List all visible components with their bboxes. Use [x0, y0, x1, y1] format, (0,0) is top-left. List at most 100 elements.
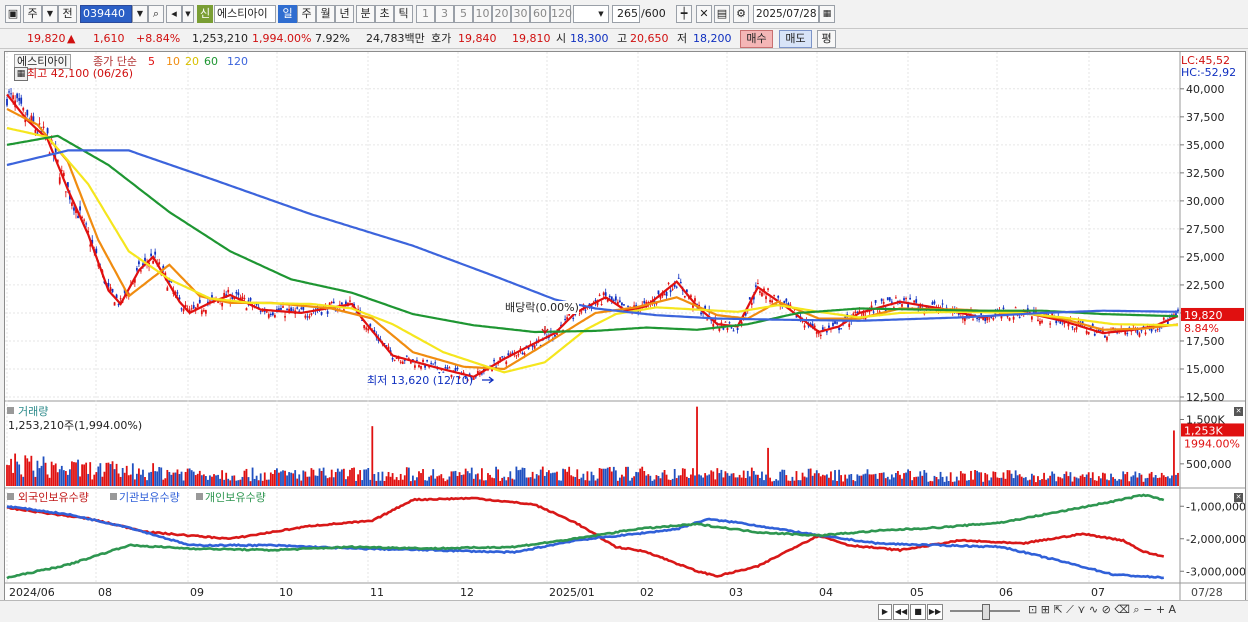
- close-flow-panel-icon[interactable]: ✕: [1234, 493, 1243, 502]
- tab-day[interactable]: 일: [278, 5, 297, 23]
- chevron-down-icon[interactable]: ▼: [42, 5, 58, 23]
- wave-icon[interactable]: ∿: [1089, 603, 1098, 616]
- volume-bar: [1006, 470, 1009, 486]
- close-volume-panel-icon[interactable]: ✕: [1234, 407, 1243, 416]
- stock-code-input[interactable]: 039440: [80, 5, 132, 23]
- buy-button[interactable]: 매수: [740, 30, 773, 48]
- volume-bar: [947, 481, 950, 486]
- custom-interval-dropdown-icon[interactable]: ▼: [594, 6, 608, 24]
- volume-bar: [454, 470, 457, 486]
- volume-bar: [401, 479, 404, 486]
- volume-panel-title[interactable]: 거래량: [18, 405, 48, 418]
- volume-bar: [789, 480, 792, 486]
- volume-bar: [702, 477, 705, 486]
- plus-icon[interactable]: +: [1156, 603, 1165, 616]
- save-icon[interactable]: ▤: [714, 5, 730, 23]
- date-input[interactable]: 2025/07/28: [753, 5, 819, 23]
- tab-year[interactable]: 년: [335, 5, 354, 23]
- low-price: 18,200: [693, 32, 732, 45]
- fibonacci-icon[interactable]: ⋎: [1077, 603, 1085, 616]
- volume-bar: [1164, 476, 1167, 486]
- volume-bar: [158, 467, 161, 486]
- crosshair-icon[interactable]: ✕: [696, 5, 712, 23]
- flow-panel-marker-icon-2: [110, 493, 117, 500]
- volume-bar: [961, 473, 964, 486]
- volume-bar: [1075, 477, 1078, 486]
- chart-canvas[interactable]: 2024/06 08 09 10 11 12 2025/01 02 03 04 05 06 07 07/2…: [5, 52, 1245, 600]
- candle-body: [71, 202, 73, 206]
- tab-tick[interactable]: 틱: [394, 5, 413, 23]
- low-label: 저: [677, 32, 688, 45]
- volume-bar: [627, 466, 629, 486]
- calculator-icon[interactable]: ▦: [14, 67, 28, 81]
- zoom-icon[interactable]: ⌕: [1133, 603, 1139, 616]
- candle-body: [907, 304, 909, 308]
- volume-bar: [44, 462, 47, 486]
- volume-bar: [200, 475, 203, 486]
- code-dropdown-icon[interactable]: ▼: [132, 5, 148, 23]
- search-icon[interactable]: ⌕: [148, 5, 164, 23]
- panel-marker-icon: [7, 407, 14, 414]
- zoom-slider-thumb[interactable]: [982, 604, 990, 620]
- eraser-icon[interactable]: ⌫: [1114, 603, 1130, 616]
- interval-10[interactable]: 10: [473, 5, 492, 23]
- font-size-icon[interactable]: A: [1169, 603, 1177, 616]
- chart-area[interactable]: 2024/06 08 09 10 11 12 2025/01 02 03 04 05 06 07 07/2…: [4, 51, 1246, 601]
- scroll-right-icon[interactable]: ▶: [878, 604, 892, 620]
- range-icon[interactable]: ⊞: [1041, 603, 1050, 616]
- individual-legend[interactable]: 개인보유수량: [205, 491, 266, 504]
- volume-bar: [1148, 473, 1151, 486]
- interval-60[interactable]: 60: [530, 5, 550, 23]
- volume-bar: [986, 474, 989, 486]
- low-arrow: [482, 376, 495, 384]
- volume-bar: [363, 469, 366, 486]
- volume-bar: [895, 473, 897, 486]
- speaker-icon[interactable]: ◂: [166, 5, 182, 23]
- ma120-label: 120: [227, 55, 248, 68]
- cursor-icon[interactable]: ⇱: [1053, 603, 1062, 616]
- interval-20[interactable]: 20: [492, 5, 511, 23]
- sell-button[interactable]: 매도: [779, 30, 812, 48]
- interval-120[interactable]: 120: [550, 5, 572, 23]
- minus-icon[interactable]: −: [1143, 603, 1152, 616]
- restore-icon[interactable]: ⊡: [1028, 603, 1037, 616]
- interval-3[interactable]: 3: [435, 5, 454, 23]
- tab-month[interactable]: 월: [316, 5, 335, 23]
- calendar-icon[interactable]: ▦: [819, 5, 835, 23]
- interval-5[interactable]: 5: [454, 5, 473, 23]
- candle-body: [984, 318, 987, 322]
- code-type-select[interactable]: 전: [58, 5, 77, 23]
- scroll-last-icon[interactable]: ▶▶: [927, 604, 943, 620]
- stop-icon[interactable]: ■: [910, 604, 926, 620]
- credit-badge: 신: [197, 5, 213, 23]
- text-tool-icon[interactable]: ⊘: [1102, 603, 1111, 616]
- candle-type-icon[interactable]: ┿: [676, 5, 692, 23]
- volume-bar: [923, 470, 926, 486]
- market-mode-select[interactable]: 주: [23, 5, 42, 23]
- flat-button[interactable]: 평: [817, 30, 836, 48]
- volume-bar: [535, 474, 538, 486]
- volume-bar: [1065, 471, 1068, 486]
- foreign-legend[interactable]: 외국인보유수량: [18, 491, 89, 504]
- institution-legend[interactable]: 기관보유수량: [119, 491, 180, 504]
- ma5-label: 5: [148, 55, 155, 68]
- bar-count-input[interactable]: 265: [612, 5, 640, 23]
- volume-bar: [1083, 477, 1086, 486]
- tab-week[interactable]: 주: [297, 5, 316, 23]
- volume-bar: [117, 473, 120, 486]
- volume-bar: [1144, 478, 1147, 486]
- tab-minute[interactable]: 분: [356, 5, 375, 23]
- tab-second[interactable]: 초: [375, 5, 394, 23]
- volume-bar: [247, 477, 250, 486]
- volume-bar: [1177, 472, 1179, 486]
- trend-line-icon[interactable]: ⟋: [1066, 603, 1074, 616]
- speaker-dropdown-icon[interactable]: ▼: [182, 5, 194, 23]
- window-menu-icon[interactable]: ▣: [5, 5, 21, 23]
- interval-1[interactable]: 1: [416, 5, 435, 23]
- scroll-first-icon[interactable]: ◀◀: [893, 604, 909, 620]
- volume-bar: [495, 466, 498, 486]
- volume-bar: [18, 464, 21, 486]
- interval-30[interactable]: 30: [511, 5, 530, 23]
- gear-icon[interactable]: ⚙: [733, 5, 749, 23]
- volume-bar: [738, 474, 741, 486]
